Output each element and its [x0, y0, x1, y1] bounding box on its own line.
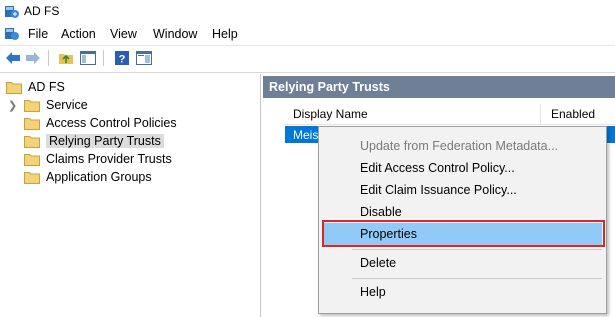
menu-action[interactable]: Action [59, 27, 98, 41]
properties-pane-icon[interactable] [135, 49, 153, 67]
folder-icon [6, 81, 22, 94]
menu-separator [352, 278, 602, 279]
svg-text:?: ? [119, 54, 126, 66]
menu-help[interactable]: Help [210, 27, 240, 41]
tree-item-service[interactable]: Service [24, 96, 88, 114]
help-icon[interactable]: ? [113, 49, 131, 67]
toolbar-separator [103, 50, 104, 66]
menu-separator [352, 249, 602, 250]
forward-arrow-icon[interactable] [24, 49, 42, 67]
menu-item-edit-claim-issuance-policy[interactable]: Edit Claim Issuance Policy... [322, 179, 602, 201]
title-bar: AD FS [0, 0, 615, 24]
navigation-tree: AD FS ❯ Service Access Control Policies … [0, 74, 261, 317]
context-menu: Update from Federation Metadata... Edit … [318, 126, 607, 314]
menu-item-delete[interactable]: Delete [322, 252, 602, 274]
tree-item-label: Claims Provider Trusts [46, 152, 172, 166]
tree-item-label: Application Groups [46, 170, 152, 184]
tree-root-label: AD FS [28, 80, 65, 94]
folder-icon [24, 171, 40, 184]
tree-item-claims-provider-trusts[interactable]: Claims Provider Trusts [24, 150, 172, 168]
menu-item-properties[interactable]: Properties [322, 223, 602, 245]
menu-item-disable[interactable]: Disable [322, 201, 602, 223]
tree-item-label: Access Control Policies [46, 116, 177, 130]
tree-item-label: Relying Party Trusts [46, 134, 164, 148]
system-menu-icon[interactable] [4, 26, 20, 42]
back-arrow-icon[interactable] [4, 49, 22, 67]
menu-item-update-from-federation-metadata[interactable]: Update from Federation Metadata... [322, 135, 602, 157]
folder-icon [24, 117, 40, 130]
folder-icon [24, 135, 40, 148]
menu-window[interactable]: Window [151, 27, 199, 41]
adfs-app-icon [5, 6, 19, 18]
pane-header: Relying Party Trusts [263, 76, 615, 98]
tree-item-access-control-policies[interactable]: Access Control Policies [24, 114, 177, 132]
tree-item-label: Service [46, 98, 88, 112]
toolbar-separator [48, 50, 49, 66]
tree-item-application-groups[interactable]: Application Groups [24, 168, 152, 186]
column-headers: Display Name Enabled [285, 104, 615, 125]
window-title: AD FS [24, 4, 60, 18]
column-header-enabled[interactable]: Enabled [541, 107, 595, 121]
show-hide-tree-icon[interactable] [79, 49, 97, 67]
chevron-right-icon[interactable]: ❯ [8, 99, 17, 112]
up-folder-icon[interactable] [57, 49, 75, 67]
folder-icon [24, 99, 40, 112]
tree-item-relying-party-trusts[interactable]: Relying Party Trusts [24, 132, 164, 150]
menu-view[interactable]: View [108, 27, 139, 41]
menu-item-help[interactable]: Help [322, 281, 602, 303]
tree-root-adfs[interactable]: AD FS [6, 78, 65, 96]
folder-icon [24, 153, 40, 166]
menu-item-edit-access-control-policy[interactable]: Edit Access Control Policy... [322, 157, 602, 179]
column-header-display-name[interactable]: Display Name [285, 107, 540, 121]
menu-file[interactable]: File [26, 27, 50, 41]
